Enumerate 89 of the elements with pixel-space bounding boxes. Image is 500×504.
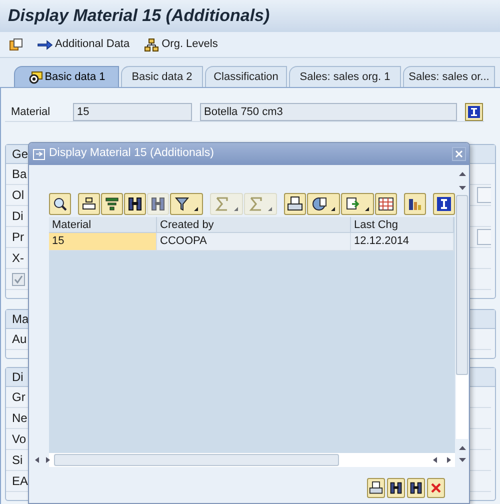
printer-icon [369, 481, 383, 495]
scroll-up-icon [458, 171, 466, 177]
binoculars-icon [127, 196, 143, 212]
details-button[interactable] [49, 193, 71, 215]
camera-icon [28, 70, 43, 84]
caret-icon [233, 206, 239, 212]
tab[interactable]: Sales: sales org. 1 [289, 66, 401, 87]
scroll-down-icon [458, 185, 466, 191]
column-header[interactable]: Last Chg [351, 217, 454, 233]
binoculars-icon [150, 196, 166, 212]
filter-button[interactable] [170, 193, 203, 215]
find-button[interactable] [124, 193, 146, 215]
info-button[interactable] [433, 193, 455, 215]
find-button[interactable] [387, 478, 405, 498]
window-icon [9, 38, 23, 51]
magnifier-icon [52, 196, 68, 212]
column-header[interactable]: Material [49, 217, 157, 233]
tab[interactable]: Sales: sales or... [403, 66, 495, 87]
material-description-field: Botella 750 cm3 [200, 103, 457, 121]
scroll-down-icon [458, 457, 466, 463]
group-title: Ge [12, 146, 28, 163]
close-icon [455, 150, 463, 158]
group-title: Ma [12, 311, 29, 328]
table-cell: 12.12.2014 [351, 233, 454, 251]
globe-icon [311, 196, 327, 212]
grid-icon [378, 196, 394, 212]
field-label: Au [12, 331, 27, 348]
field-label: Di [12, 208, 24, 225]
scroll-left-icon [431, 456, 439, 464]
find-next-button[interactable] [407, 478, 425, 498]
sort-ascending-button[interactable] [78, 193, 100, 215]
group-title: Di [12, 369, 24, 386]
info-icon [436, 196, 452, 212]
printer-icon [287, 196, 303, 212]
table-cell: CCOOPA [157, 233, 351, 251]
export-icon [345, 196, 361, 212]
field-label: X- [12, 250, 24, 267]
field-label: Material [10, 104, 52, 120]
arrow-icon [37, 38, 53, 52]
caret-icon [193, 206, 199, 212]
print-button[interactable] [367, 478, 385, 498]
sigma-icon [214, 196, 230, 212]
toolbar-button[interactable]: Additional Data [37, 36, 130, 53]
tab[interactable]: Basic data 1 [14, 66, 119, 87]
tab[interactable]: Classification [205, 66, 287, 87]
dialog-title: Display Material 15 (Additionals) [49, 146, 215, 162]
close-icon [431, 483, 441, 493]
close-button[interactable] [452, 147, 466, 161]
input-field[interactable] [477, 187, 491, 203]
toolbar-button[interactable]: Org. Levels [144, 36, 218, 53]
caret-icon [330, 206, 336, 212]
scroll-up-icon [458, 445, 466, 451]
material-number-field: 15 [73, 103, 192, 121]
field-label: Vo [12, 431, 26, 448]
sort-descending-button[interactable] [101, 193, 123, 215]
tab[interactable]: Basic data 2 [121, 66, 203, 87]
scroll-right-icon [44, 456, 52, 464]
column-header[interactable]: Created by [157, 217, 351, 233]
binoculars-icon [389, 481, 403, 495]
window-icon [33, 148, 45, 160]
field-label: Ne [12, 410, 28, 427]
caret-icon [364, 206, 370, 212]
layout-button[interactable] [375, 193, 397, 215]
bar-chart-icon [407, 196, 423, 212]
views-button[interactable] [307, 193, 340, 215]
field-label: Si [12, 452, 23, 469]
caret-icon [267, 206, 273, 212]
sigma-icon [248, 196, 264, 212]
field-label: EA [12, 473, 28, 490]
input-field[interactable] [477, 229, 491, 245]
info-icon [468, 106, 480, 118]
hierarchy-icon [144, 38, 160, 52]
field-label: Ba [12, 166, 27, 183]
scroll-left-icon [33, 456, 41, 464]
stack-icon [81, 196, 97, 212]
scroll-right-icon [445, 456, 453, 464]
scrollbar-thumb[interactable] [456, 195, 468, 375]
print-button[interactable] [284, 193, 306, 215]
window-title: Display Material 15 (Additionals) [8, 5, 270, 28]
export-button[interactable] [341, 193, 374, 215]
graphic-button[interactable] [404, 193, 426, 215]
field-label: Gr [12, 389, 26, 406]
field-label: Pr [12, 229, 24, 246]
cancel-button[interactable] [427, 478, 445, 498]
scrollbar-thumb[interactable] [54, 454, 339, 466]
field-label: Ol [12, 187, 24, 204]
table-cell: 15 [49, 233, 157, 251]
binoculars-icon [409, 481, 423, 495]
info-button[interactable] [465, 103, 483, 121]
